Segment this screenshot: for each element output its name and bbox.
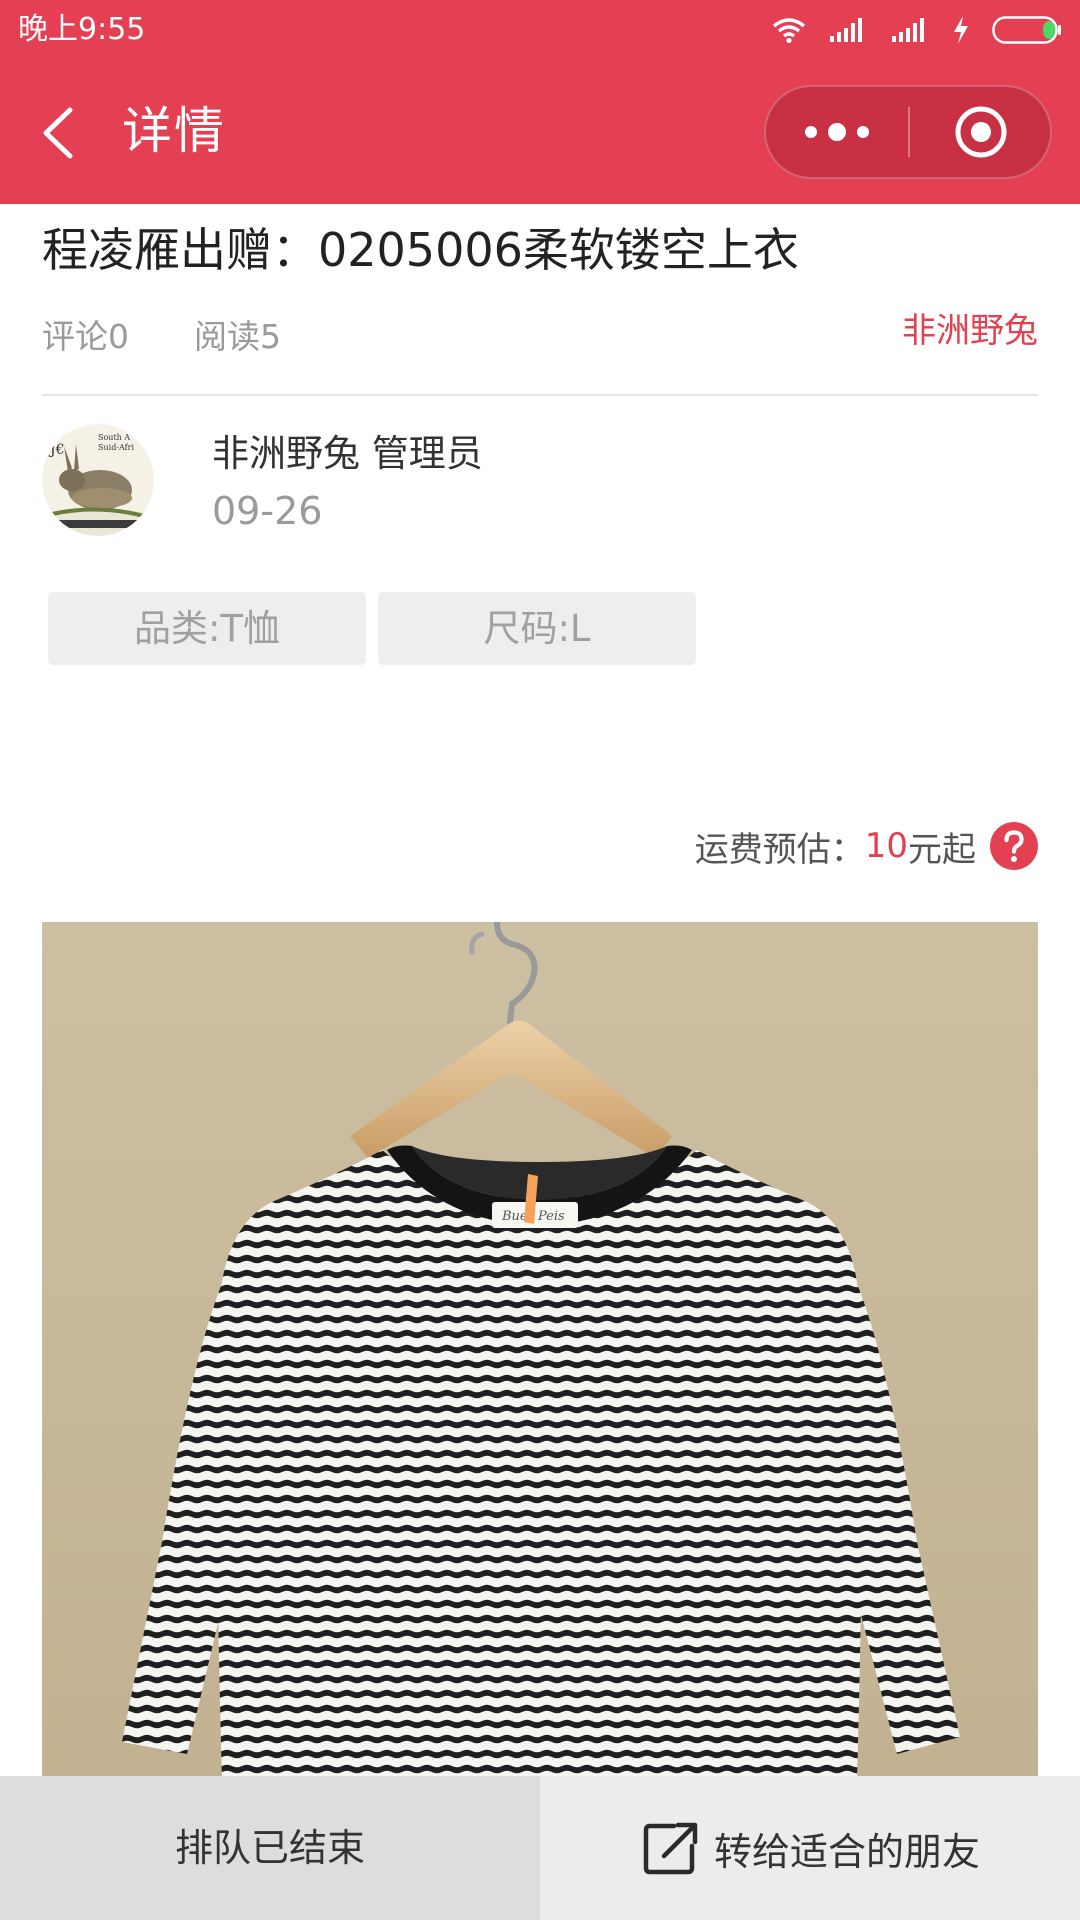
more-button[interactable] [766,87,908,177]
wifi-icon [772,18,806,43]
bottom-action-bar: 排队已结束 转给适合的朋友 [0,1776,1080,1920]
status-time: 晚上9:55 [18,12,146,47]
rabbit-stamp-avatar: J€ South A Suid-Afri [42,424,154,536]
svg-text:J€: J€ [48,442,65,458]
post-meta: 评论0 阅读5 非洲野兔 [42,311,1038,362]
back-button[interactable] [36,100,84,166]
more-dots-icon [805,123,869,141]
signal-icon [830,18,862,42]
share-to-friend-button[interactable]: 转给适合的朋友 [540,1776,1080,1920]
svg-text:Suid-Afri: Suid-Afri [98,443,134,452]
page-title: 详情 [122,102,226,160]
signal-icon [892,18,924,42]
help-icon[interactable] [990,822,1038,870]
status-icons [772,12,1062,48]
close-miniprogram-button[interactable] [910,87,1052,177]
share-external-icon [643,1822,698,1875]
divider [42,394,1038,396]
shipping-estimate: 运费预估： 10 元起 [695,818,1038,874]
post-date: 09-26 [212,489,323,533]
battery-icon [992,16,1061,44]
author-link[interactable]: 非洲野兔 [902,306,1038,356]
shipping-label: 运费预估： [694,829,865,870]
charging-icon [954,16,968,44]
share-label: 转给适合的朋友 [713,1829,980,1874]
svg-text:South A: South A [98,433,130,442]
shipping-suffix: 元起 [908,829,976,870]
shipping-price: 10 [864,826,908,866]
tag-size: 尺码:L [378,592,696,665]
avatar[interactable]: J€ South A Suid-Afri [42,424,154,536]
nav-bar: 详情 [0,62,1080,204]
status-bar: 晚上9:55 [0,0,1080,62]
read-count: 阅读5 [194,317,281,356]
author-name: 非洲野兔 管理员 [212,432,483,475]
striped-shirt-image: Buer Peis [42,922,1038,1780]
tag-category: 品类:T恤 [48,592,366,665]
capsule-menu [764,85,1052,179]
post-title: 程凌雁出赠：0205006柔软镂空上衣 [42,223,799,277]
queue-ended-button[interactable]: 排队已结束 [0,1776,540,1920]
close-target-icon [955,106,1007,158]
back-arrow-icon [43,107,73,159]
product-photo[interactable]: Buer Peis [42,922,1038,1780]
comment-count[interactable]: 评论0 [42,312,129,362]
